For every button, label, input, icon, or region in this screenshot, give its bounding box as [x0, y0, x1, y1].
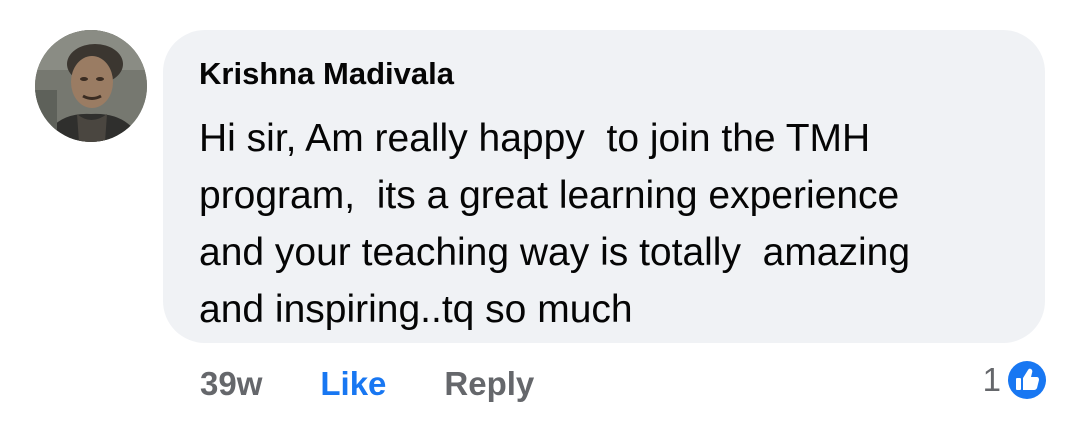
- thumbs-up-icon: [1005, 358, 1049, 402]
- author-name[interactable]: Krishna Madivala: [199, 56, 454, 92]
- comment-actions: 39w Like Reply: [200, 362, 534, 406]
- comment-container: Krishna Madivala Hi sir, Am really happy…: [0, 0, 1080, 445]
- comment-text: Hi sir, Am really happy to join the TMH …: [199, 117, 911, 331]
- reaction-summary[interactable]: 1: [983, 356, 1050, 404]
- profile-photo: [35, 30, 147, 142]
- comment-timestamp[interactable]: 39w: [200, 365, 262, 403]
- reply-button[interactable]: Reply: [444, 365, 534, 403]
- avatar[interactable]: [35, 30, 147, 142]
- like-button[interactable]: Like: [320, 365, 386, 403]
- comment-bubble: Krishna Madivala Hi sir, Am really happy…: [163, 30, 1045, 343]
- reaction-count: 1: [982, 361, 1001, 398]
